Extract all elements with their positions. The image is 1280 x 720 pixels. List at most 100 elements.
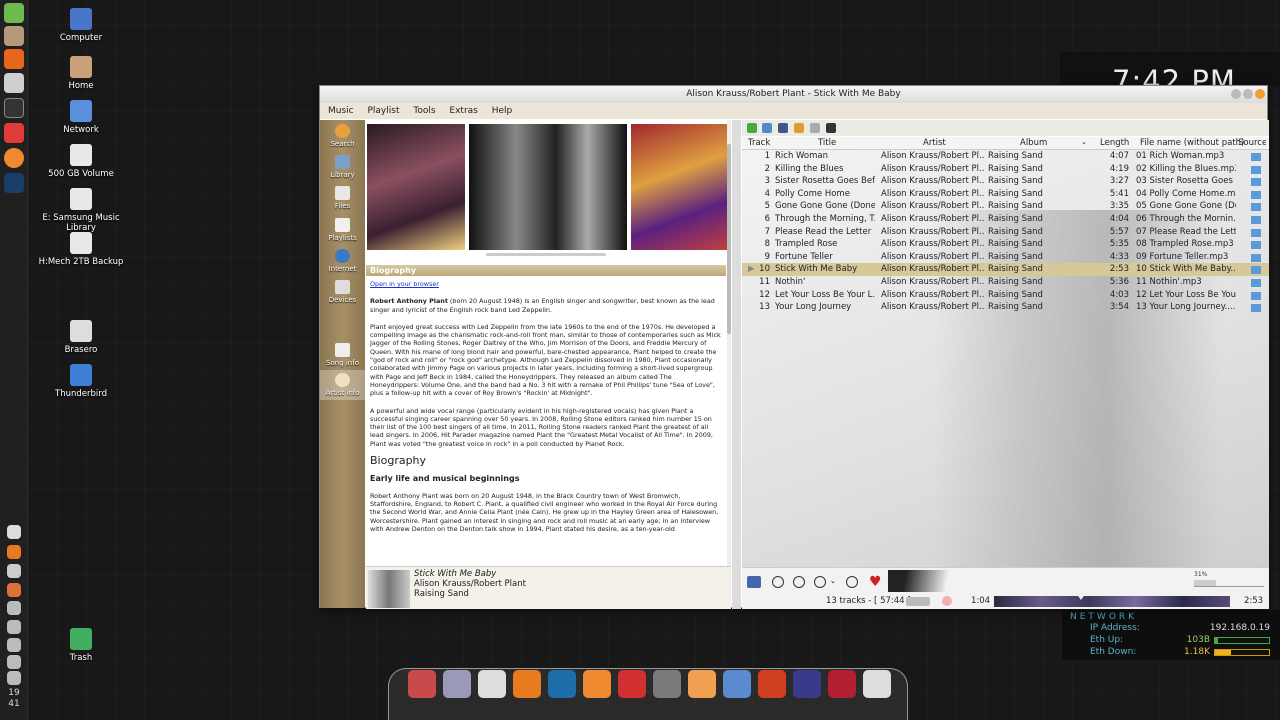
sort-chevron-icon[interactable]: ⌄ (1081, 138, 1087, 146)
playlist-row[interactable]: 11 Nothin' Alison Krauss/Robert Pl... Raisi… (742, 276, 1269, 289)
tray-vlc-icon[interactable] (7, 545, 21, 559)
dock-app-icon[interactable] (723, 670, 751, 698)
dock-app-icon[interactable] (863, 670, 891, 698)
tray-camera-icon[interactable] (7, 564, 21, 578)
panel-clock-hour[interactable]: 19 (0, 688, 28, 698)
love-heart-icon[interactable]: ♥ (869, 574, 882, 590)
playlist-row[interactable]: 9 Fortune Teller Alison Krauss/Robert Pl..… (742, 251, 1269, 264)
playlist-row[interactable]: 3 Sister Rosetta Goes Bef... Alison Krauss… (742, 175, 1269, 188)
previous-button[interactable] (772, 576, 784, 588)
dock-app-icon[interactable] (688, 670, 716, 698)
visualizer-icon[interactable] (747, 576, 761, 588)
close-button[interactable] (1255, 89, 1265, 99)
col-source[interactable]: Source (1238, 138, 1266, 148)
playlist-row[interactable]: 12 Let Your Loss Be Your L... Alison Kraus… (742, 289, 1269, 302)
stop-button[interactable] (814, 576, 826, 588)
desktop-icon[interactable]: Trash (33, 628, 129, 663)
desktop-icon[interactable]: Network (33, 100, 129, 135)
desktop-icon[interactable]: E: Samsung Music Library (33, 188, 129, 233)
col-length[interactable]: Length (1100, 138, 1129, 148)
next-button[interactable] (846, 576, 858, 588)
playlist-view[interactable]: 1 Rich Woman Alison Krauss/Robert Pl... Rai… (742, 150, 1269, 567)
dock-app-icon[interactable] (793, 670, 821, 698)
tray-player-icon[interactable] (7, 583, 21, 597)
open-in-browser-link[interactable]: Open in your browser (370, 280, 439, 288)
sidebar-item-search[interactable]: Search (320, 124, 365, 148)
dock-app-icon[interactable] (758, 670, 786, 698)
dock-app-icon[interactable] (828, 670, 856, 698)
playlist-row[interactable]: 13 Your Long Journey Alison Krauss/Robert … (742, 301, 1269, 314)
bio-scrollbar[interactable] (727, 120, 731, 566)
vivaldi-icon[interactable] (4, 123, 24, 143)
tray-drive-icon[interactable] (7, 638, 21, 652)
col-track[interactable]: Track (748, 138, 770, 148)
new-playlist-icon[interactable] (747, 123, 757, 133)
dock-app-icon[interactable] (478, 670, 506, 698)
clementine-icon[interactable] (4, 148, 24, 168)
playlist-row[interactable]: 8 Trampled Rose Alison Krauss/Robert Pl...… (742, 238, 1269, 251)
biography-header[interactable]: Biography (366, 265, 726, 276)
menu-tools[interactable]: Tools (413, 106, 435, 116)
repeat-shuffle-icon[interactable] (906, 597, 930, 606)
playlist-row[interactable]: 6 Through the Morning, T... Alison Krauss/… (742, 213, 1269, 226)
sidebar-item-artist-info[interactable]: Artist info (320, 370, 365, 400)
dock-app-icon[interactable] (653, 670, 681, 698)
menu-playlist[interactable]: Playlist (367, 106, 399, 116)
sidebar-item-devices[interactable]: Devices (320, 280, 365, 304)
artist-images[interactable] (366, 120, 731, 262)
menu-help[interactable]: Help (492, 106, 513, 116)
playlist-row[interactable]: 4 Polly Come Home Alison Krauss/Robert Pl.… (742, 188, 1269, 201)
col-filename[interactable]: File name (without path) (1140, 138, 1244, 148)
minimize-button[interactable] (1231, 89, 1241, 99)
title-bar[interactable]: Alison Krauss/Robert Plant - Stick With … (320, 86, 1267, 103)
lastfm-icon[interactable] (942, 596, 952, 606)
seek-bar[interactable] (994, 593, 1230, 607)
dock-app-icon[interactable] (583, 670, 611, 698)
sidebar-item-files[interactable]: Files (320, 186, 365, 210)
desktop-icon[interactable]: Brasero (33, 320, 129, 355)
menu-extras[interactable]: Extras (449, 106, 477, 116)
dock-app-icon[interactable] (408, 670, 436, 698)
save-playlist-icon[interactable] (778, 123, 788, 133)
playlist-row[interactable]: 1 Rich Woman Alison Krauss/Robert Pl... Rai… (742, 150, 1269, 163)
redo-icon[interactable] (810, 123, 820, 133)
maximize-button[interactable] (1243, 89, 1253, 99)
desktop-icon[interactable]: Thunderbird (33, 364, 129, 399)
sidebar-item-song-info[interactable]: Song info (320, 343, 365, 367)
undo-icon[interactable] (794, 123, 804, 133)
tray-network-icon[interactable] (7, 655, 21, 669)
panel-clock-minute[interactable]: 41 (0, 699, 28, 709)
images-scrollbar[interactable] (486, 253, 606, 256)
col-artist[interactable]: Artist (923, 138, 946, 148)
dock-app-icon[interactable] (443, 670, 471, 698)
col-album[interactable]: Album (1020, 138, 1047, 148)
tray-music-icon[interactable] (7, 671, 21, 685)
playlist-row[interactable]: 10 Stick With Me Baby Alison Krauss/Robert… (742, 263, 1269, 276)
sidebar-item-internet[interactable]: Internet (320, 249, 365, 273)
playlist-row[interactable]: 7 Please Read the Letter Alison Krauss/Rob… (742, 226, 1269, 239)
load-playlist-icon[interactable] (762, 123, 772, 133)
files-icon[interactable] (4, 26, 24, 46)
dock-app-icon[interactable] (513, 670, 541, 698)
col-title[interactable]: Title (818, 138, 836, 148)
analyzer[interactable] (888, 570, 1038, 592)
steam-icon[interactable] (4, 173, 24, 193)
artist-photo[interactable] (469, 124, 627, 250)
pause-button[interactable] (793, 576, 805, 588)
sidebar-item-playlists[interactable]: Playlists (320, 218, 365, 242)
dynamic-mode-icon[interactable] (826, 123, 836, 133)
desktop-icon[interactable]: H:Mech 2TB Backup (33, 232, 129, 267)
dock-app-icon[interactable] (548, 670, 576, 698)
calculator-icon[interactable] (4, 73, 24, 93)
tray-apps-icon[interactable] (7, 525, 21, 539)
mint-menu-icon[interactable] (4, 3, 24, 23)
dock-app-icon[interactable] (618, 670, 646, 698)
artist-photo[interactable] (367, 124, 465, 250)
volume-slider[interactable] (1194, 580, 1264, 587)
desktop-icon[interactable]: Computer (33, 8, 129, 43)
menu-music[interactable]: Music (328, 106, 354, 116)
tray-steam-icon[interactable] (7, 601, 21, 615)
firefox-icon[interactable] (4, 49, 24, 69)
playlist-row[interactable]: 2 Killing the Blues Alison Krauss/Robert P… (742, 163, 1269, 176)
tray-shield-icon[interactable] (7, 620, 21, 634)
